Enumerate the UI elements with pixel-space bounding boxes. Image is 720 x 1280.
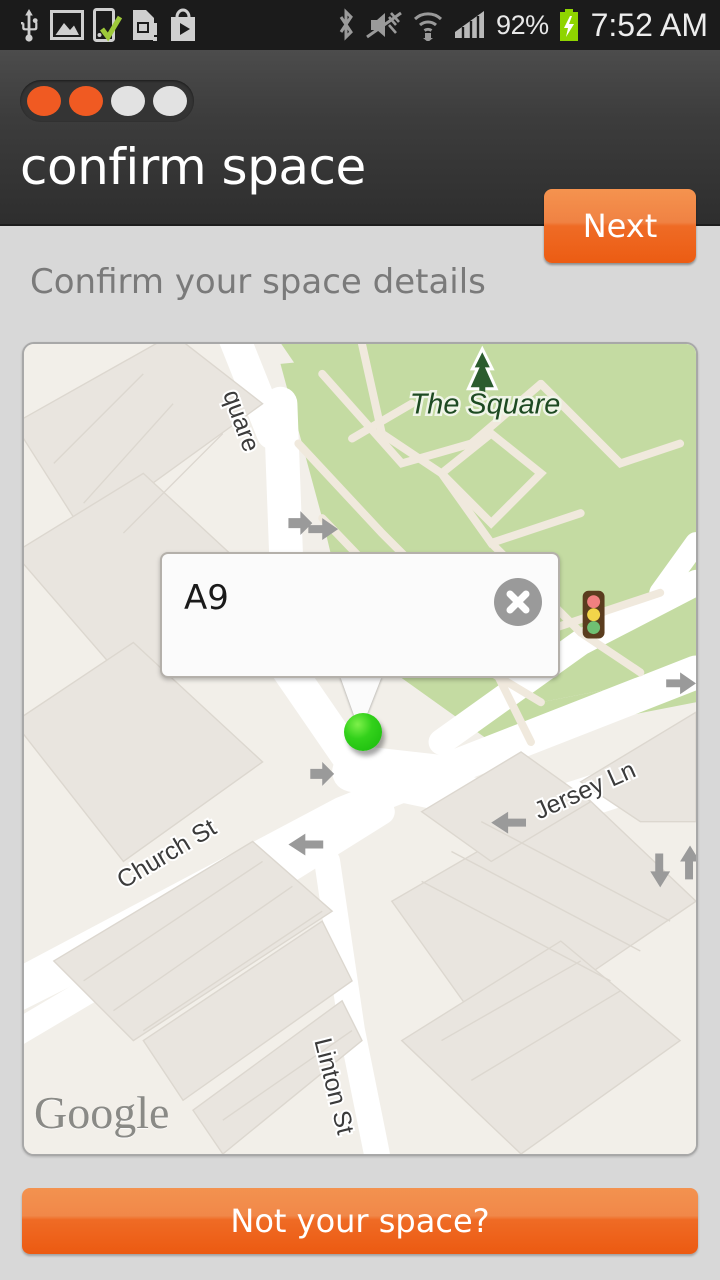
step-dot-1 <box>27 86 61 116</box>
park-label: The Square <box>410 389 561 421</box>
step-dot-4 <box>153 86 187 116</box>
info-window[interactable]: A9 <box>160 552 560 678</box>
space-marker[interactable] <box>344 713 382 751</box>
next-button[interactable]: Next <box>544 189 696 263</box>
close-x-glyph <box>506 590 530 614</box>
charging-battery-icon <box>559 9 578 41</box>
status-bar-left-icons <box>0 7 198 43</box>
status-bar-right-icons: 92% 7:52 AM <box>336 7 720 44</box>
signal-bars-icon <box>455 11 485 38</box>
battery-percent-label: 92% <box>496 9 549 40</box>
status-bar: 92% 7:52 AM <box>0 0 720 50</box>
phone-sync-check-icon <box>93 8 122 42</box>
image-icon <box>50 10 84 40</box>
traffic-light-icon <box>582 590 605 639</box>
vibrate-off-icon <box>366 11 402 39</box>
close-circle-icon[interactable] <box>494 578 542 626</box>
not-your-space-button[interactable]: Not your space? <box>22 1188 698 1254</box>
step-indicator <box>20 80 194 122</box>
bluetooth-icon <box>339 8 353 41</box>
info-window-label: A9 <box>184 578 229 618</box>
app-screen: 92% 7:52 AM confirm space Next Confirm y… <box>0 0 720 1280</box>
google-attribution: Google <box>34 1087 170 1138</box>
sim-card-alert-icon <box>133 10 157 41</box>
page-title: confirm space <box>20 138 366 196</box>
wifi-icon <box>414 12 443 41</box>
usb-icon <box>21 9 38 42</box>
step-dot-2 <box>69 86 103 116</box>
clock-label: 7:52 AM <box>590 6 708 43</box>
step-dot-3 <box>111 86 145 116</box>
section-subtitle: Confirm your space details <box>30 262 486 302</box>
play-store-icon <box>171 8 195 41</box>
app-header: confirm space Next <box>0 50 720 263</box>
